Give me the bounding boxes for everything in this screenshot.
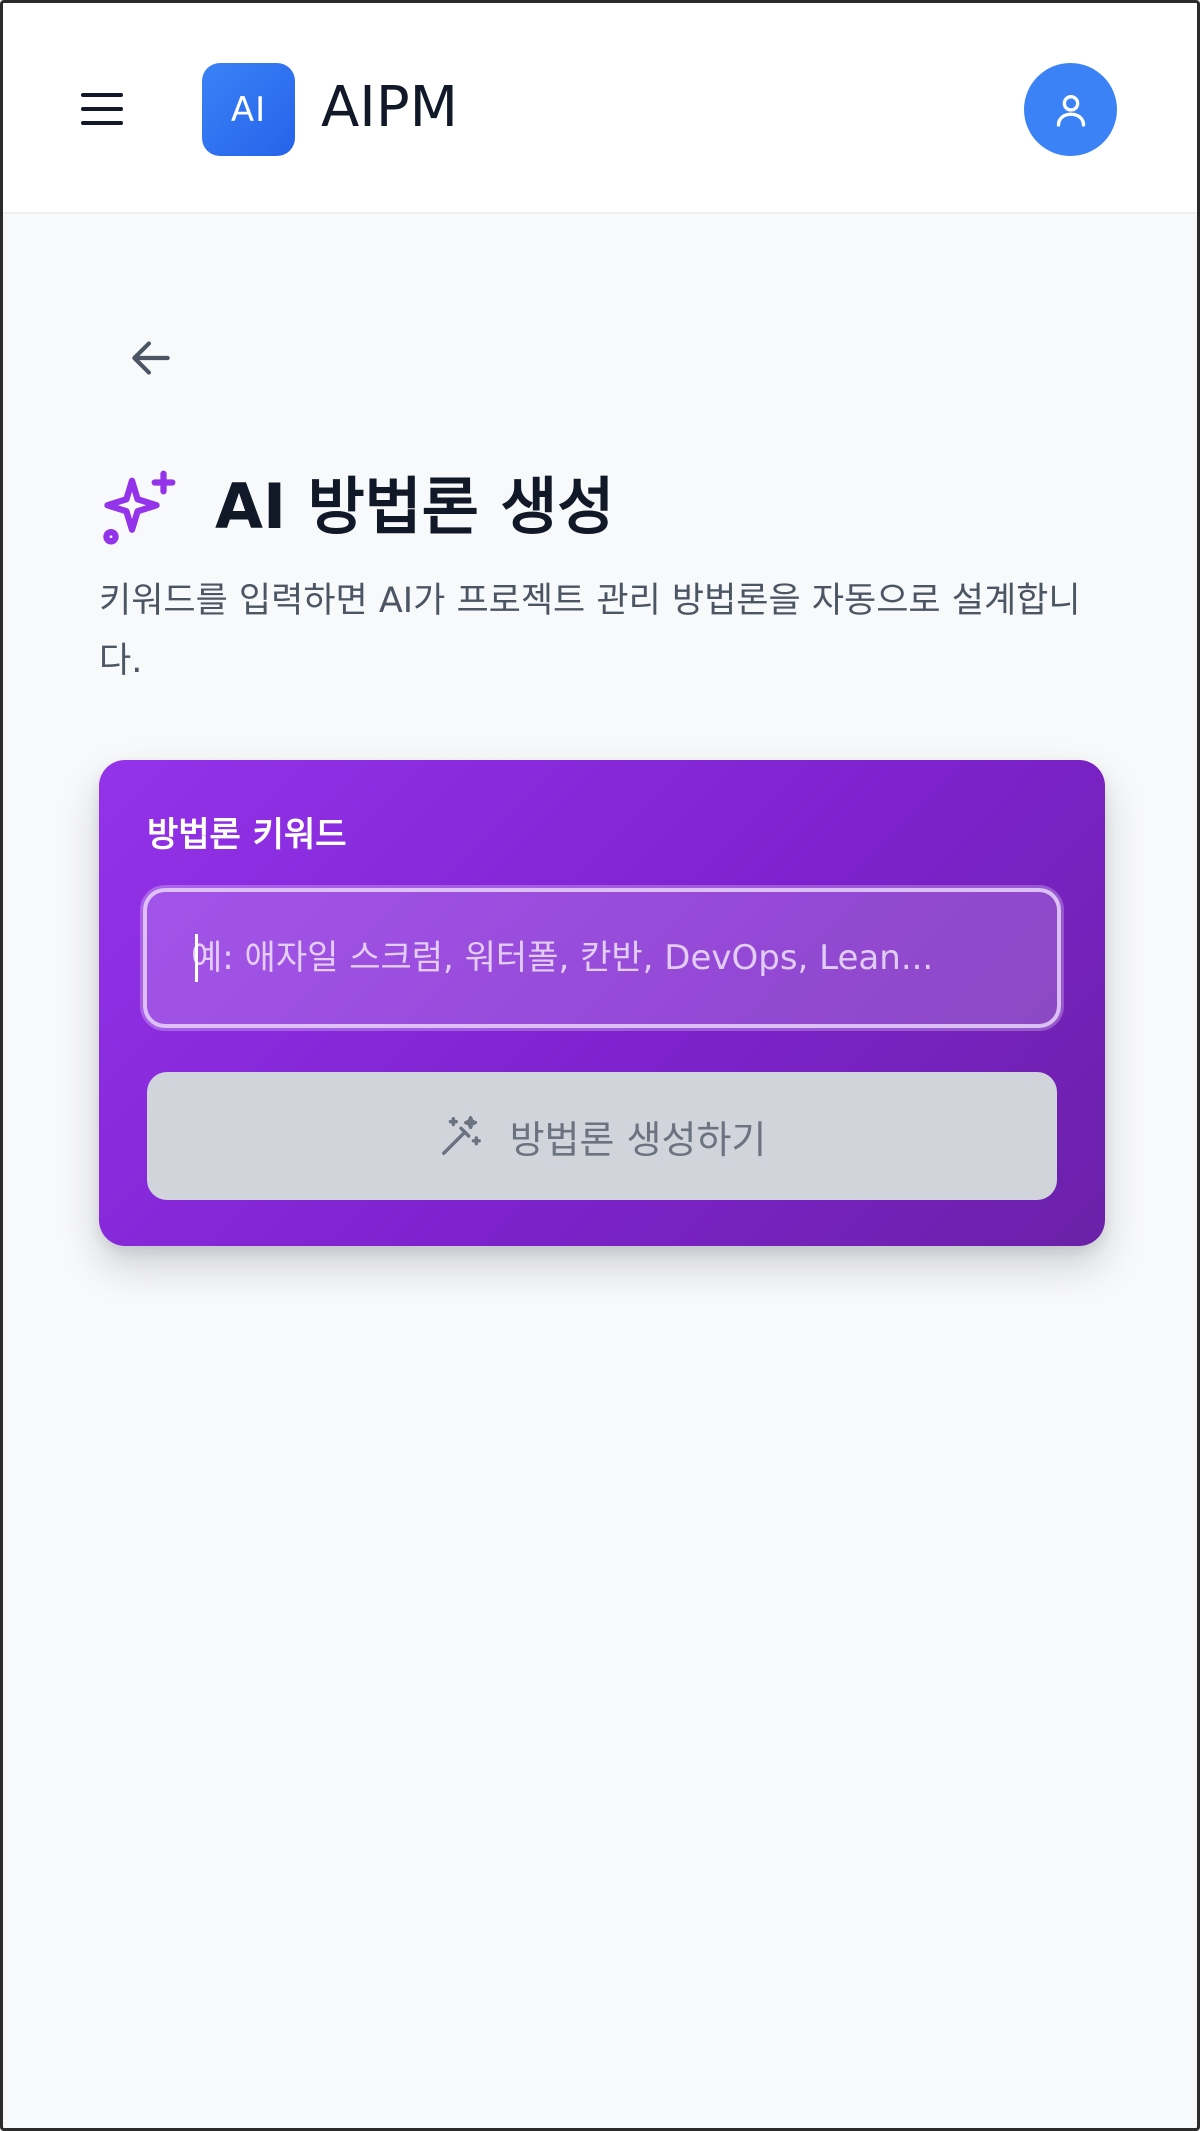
- top-app-bar: AI AIPM: [3, 3, 1197, 214]
- brand-name: AIPM: [321, 75, 458, 140]
- arrow-left-icon: [132, 341, 170, 375]
- page-title: AI 방법론 생성: [215, 470, 615, 543]
- generate-methodology-button[interactable]: 방법론 생성하기: [147, 1072, 1057, 1200]
- page-description: 키워드를 입력하면 AI가 프로젝트 관리 방법론을 자동으로 설계합니다.: [99, 581, 1081, 681]
- back-button[interactable]: [121, 333, 181, 383]
- sparkles-icon: [103, 470, 176, 545]
- user-icon: [1056, 94, 1085, 127]
- text-caret: [195, 934, 198, 982]
- hamburger-menu-icon[interactable]: [77, 87, 127, 131]
- methodology-generator-card: 방법론 키워드 방법론 생성하기: [99, 760, 1105, 1246]
- user-avatar-button[interactable]: [1024, 63, 1117, 156]
- app-frame: AI AIPM AI 방법론 생성 키워드를 입력하면 AI가 프로젝트 관리 …: [0, 0, 1200, 2131]
- keyword-label: 방법론 키워드: [147, 815, 347, 855]
- app-logo: AI: [202, 63, 295, 156]
- keyword-input[interactable]: [143, 888, 1061, 1028]
- generate-button-label: 방법론 생성하기: [509, 1117, 767, 1162]
- magic-wand-icon: [441, 1116, 481, 1155]
